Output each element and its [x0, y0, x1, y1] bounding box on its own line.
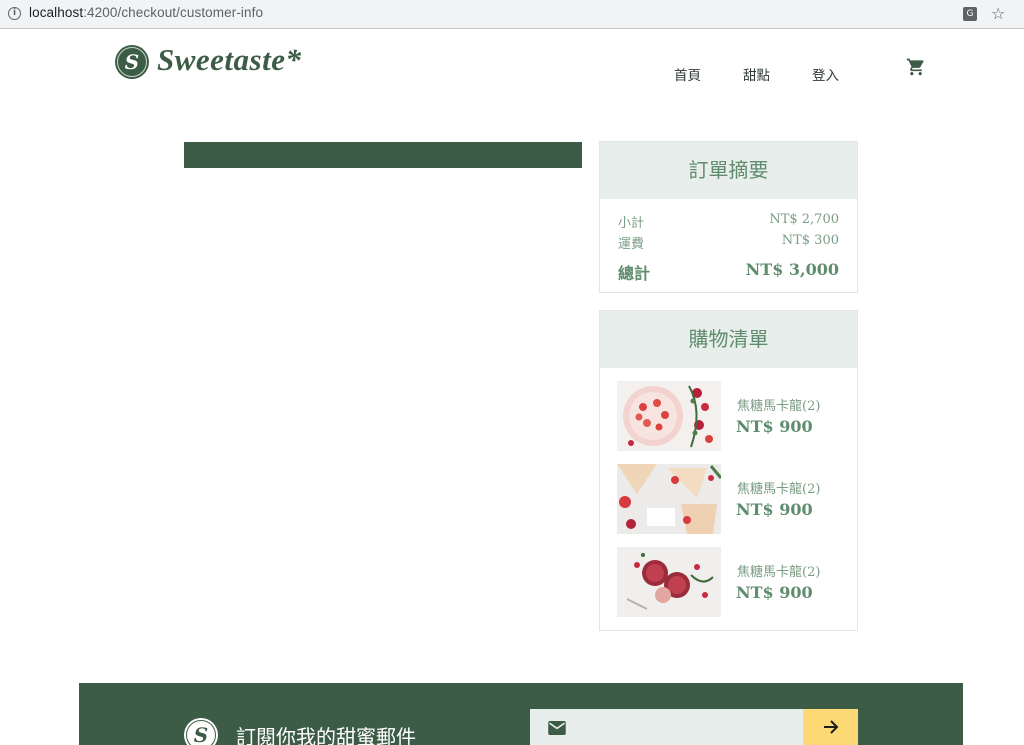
order-summary-title: 訂單摘要 [600, 142, 857, 199]
subtotal-value: NT$ 2,700 [769, 212, 839, 227]
page: i localhost:4200/checkout/customer-info … [0, 0, 1024, 745]
shipping-label: 運費 [618, 237, 645, 252]
item-name: 焦糖馬卡龍(2) [737, 482, 821, 497]
item-name: 焦糖馬卡龍(2) [737, 399, 821, 414]
logo-text[interactable]: Sweetaste* [157, 42, 302, 78]
subtotal-row: 小計 NT$ 2,700 [618, 212, 839, 231]
product-image [617, 464, 721, 534]
footer-logo-letter: S [193, 723, 209, 745]
subscribe-text: 訂閱你我的甜蜜郵件 [236, 725, 416, 745]
shopping-cart-icon[interactable] [905, 57, 927, 77]
translate-icon[interactable]: G [963, 7, 977, 21]
order-summary-card: 訂單摘要 小計 NT$ 2,700 運費 NT$ 300 總計 NT$ 3,00… [599, 141, 858, 293]
subscribe-button[interactable] [803, 709, 858, 745]
item-price: NT$ 900 [736, 583, 813, 602]
logo-mark[interactable]: S [115, 45, 149, 79]
logo-letter: S [124, 50, 140, 74]
product-image [617, 547, 721, 617]
arrow-right-icon [823, 720, 838, 734]
info-icon[interactable]: i [8, 7, 21, 20]
nav-item-home[interactable]: 首頁 [674, 64, 701, 84]
product-image [617, 381, 721, 451]
star-icon[interactable]: ☆ [991, 4, 1005, 23]
shipping-value: NT$ 300 [781, 233, 839, 248]
shipping-row: 運費 NT$ 300 [618, 233, 839, 252]
item-name: 焦糖馬卡龍(2) [737, 565, 821, 580]
nav-item-desserts[interactable]: 甜點 [743, 64, 770, 84]
footer-logo-mark: S [184, 718, 218, 745]
url-host: localhost [29, 5, 84, 20]
subscribe-footer: S 訂閱你我的甜蜜郵件 [79, 683, 963, 745]
subtotal-label: 小計 [618, 216, 645, 231]
cart-item[interactable]: 焦糖馬卡龍(2) NT$ 900 [617, 464, 842, 534]
item-price: NT$ 900 [736, 417, 813, 436]
nav-item-login[interactable]: 登入 [812, 64, 839, 84]
total-row: 總計 NT$ 3,000 [618, 260, 839, 284]
mail-icon [548, 721, 566, 735]
total-label: 總計 [618, 264, 651, 283]
url-path: :4200/checkout/customer-info [83, 5, 264, 20]
cart-item[interactable]: 焦糖馬卡龍(2) NT$ 900 [617, 547, 842, 617]
item-price: NT$ 900 [736, 500, 813, 519]
browser-address-bar[interactable]: i localhost:4200/checkout/customer-info … [0, 0, 1024, 29]
progress-bar [184, 142, 582, 168]
total-value: NT$ 3,000 [745, 260, 839, 279]
cart-item[interactable]: 焦糖馬卡龍(2) NT$ 900 [617, 381, 842, 451]
url-text[interactable]: localhost:4200/checkout/customer-info [29, 5, 263, 20]
email-input[interactable] [530, 709, 804, 745]
cart-list-card: 購物清單 焦糖馬卡龍(2) NT$ 900 焦糖馬卡龍(2) NT$ 900 焦… [599, 310, 858, 631]
cart-list-title: 購物清單 [600, 311, 857, 368]
